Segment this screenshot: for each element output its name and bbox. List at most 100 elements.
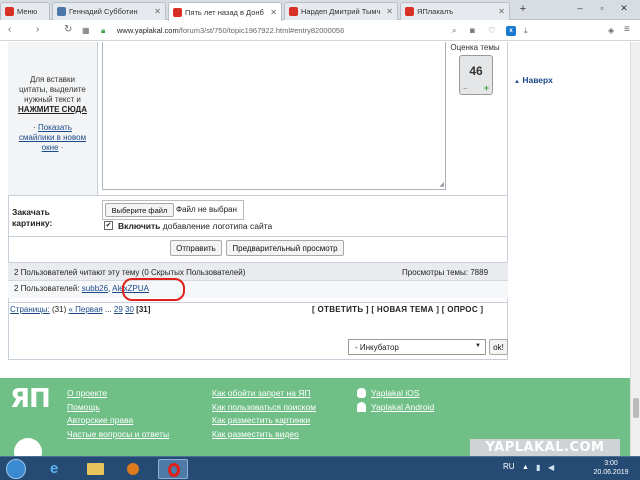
abp-icon[interactable]: ABP — [554, 26, 568, 36]
back-icon[interactable]: ‹ — [8, 24, 11, 35]
taskbar: e RU ▲ ▮ ◀ 3:00 20.06.2019 — [0, 456, 640, 480]
quote-help-text-1: Для вставки — [29, 75, 76, 84]
arrow-up-icon: ▲ — [514, 79, 520, 85]
url-path: /forum3/st/750/topic1967922.html#entry82… — [178, 26, 345, 35]
url-field[interactable]: www.yaplakal.com/forum3/st/750/topic1967… — [117, 26, 344, 35]
footer-link[interactable]: Как разместить видео — [212, 428, 316, 442]
speed-dial-icon[interactable]: ▦ — [82, 26, 90, 35]
window-close-icon[interactable]: ✕ — [616, 3, 632, 14]
footer-link[interactable]: Как разместить картинки — [212, 414, 316, 428]
close-icon[interactable]: ✕ — [270, 8, 277, 17]
footer-link[interactable]: Yaplakal Android — [371, 401, 434, 415]
scrollbar-thumb[interactable] — [633, 398, 639, 418]
forum-jump-ok-button[interactable]: ok! — [489, 339, 508, 355]
close-icon[interactable]: ✕ — [386, 7, 393, 16]
tab-label: Пять лет назад в Донб — [185, 7, 264, 17]
camera-icon[interactable]: ◙ — [470, 26, 475, 35]
reload-icon[interactable]: ↻ — [64, 24, 72, 35]
apple-icon — [357, 388, 366, 398]
message-textarea[interactable]: ◢ — [102, 42, 446, 190]
to-top-link[interactable]: ▲ Наверх — [514, 75, 553, 85]
tab-label: ЯПлакалъ — [417, 7, 454, 16]
clock[interactable]: 3:00 20.06.2019 — [586, 459, 636, 477]
poll-link[interactable]: [ ОПРОС ] — [442, 305, 484, 314]
page-link[interactable]: 29 — [114, 305, 123, 314]
tab-yaplakal[interactable]: ЯПлакалъ ✕ — [400, 2, 510, 20]
volume-icon[interactable]: ◀ — [548, 463, 554, 472]
new-topic-link[interactable]: [ НОВАЯ ТЕМА ] — [371, 305, 439, 314]
to-top-label: Наверх — [522, 75, 553, 85]
quote-help: Для вставки цитаты, выделите нужный текс… — [8, 42, 98, 195]
language-indicator[interactable]: RU — [503, 462, 515, 471]
watermark: YAPLAKAL.COM — [470, 439, 620, 457]
show-smilies-link[interactable]: Показать смайлики в новом окне — [19, 123, 86, 152]
download-icon[interactable]: ⤓ — [524, 26, 528, 36]
tab-label: Меню — [17, 7, 38, 16]
page-content: Для вставки цитаты, выделите нужный текс… — [0, 42, 630, 378]
start-button[interactable] — [6, 459, 26, 479]
close-icon[interactable]: ✕ — [154, 7, 161, 16]
rate-up-icon[interactable]: + — [484, 83, 489, 93]
maximize-icon[interactable]: ▫ — [594, 3, 610, 13]
rating-widget: 46 − + — [459, 55, 493, 95]
new-tab-button[interactable]: + — [515, 3, 531, 15]
footer-link[interactable]: О проекте — [67, 387, 169, 401]
pagination: Страницы: (31) « Первая ... 29 30 [31] — [10, 305, 150, 314]
footer-link[interactable]: Как обойти запрет на ЯП — [212, 387, 316, 401]
chevron-down-icon: ▼ — [475, 343, 481, 349]
page-scrollbar[interactable] — [630, 42, 640, 456]
v-icon[interactable]: V — [574, 26, 584, 36]
explorer-icon[interactable] — [80, 459, 110, 479]
footer-link[interactable]: Помощь — [67, 401, 169, 415]
tab-menu[interactable]: Меню — [0, 2, 50, 20]
choose-file-button[interactable]: Выберите файл — [105, 203, 174, 217]
readers-summary: 2 Пользователей читают эту тему (0 Скрыт… — [14, 268, 246, 277]
heart-icon[interactable]: ♥ — [591, 26, 601, 36]
footer-col-about: О проекте Помощь Авторские права Частые … — [67, 387, 169, 441]
file-input: Выберите файл Файл не выбран — [102, 200, 244, 220]
menu-icon[interactable]: ≡ — [624, 24, 630, 35]
opera-taskbar-icon[interactable] — [158, 459, 188, 479]
forum-jump-select[interactable]: - Инкубатор ▼ — [348, 339, 486, 355]
site-logo[interactable]: ЯП — [10, 384, 51, 414]
logo-checkbox[interactable]: ✔ — [104, 221, 113, 230]
rate-down-icon[interactable]: − — [463, 84, 468, 93]
network-icon[interactable]: ▮ — [536, 463, 540, 472]
tab-vk[interactable]: Геннадий Субботин ✕ — [52, 2, 166, 20]
topic-actions: [ ОТВЕТИТЬ ] [ НОВАЯ ТЕМА ] [ ОПРОС ] — [312, 305, 483, 314]
page-link[interactable]: 30 — [125, 305, 134, 314]
insert-quote-link[interactable]: НАЖМИТЕ СЮДА — [8, 105, 97, 115]
media-player-icon[interactable] — [118, 459, 148, 479]
tab-nardep[interactable]: Нардеп Дмитрий Тымч ✕ — [284, 2, 398, 20]
minimize-icon[interactable]: – — [572, 3, 588, 13]
send-button[interactable]: Отправить — [170, 240, 222, 256]
clock-date: 20.06.2019 — [593, 469, 629, 476]
zoom-icon[interactable]: ⌕ — [452, 26, 456, 36]
pages-label[interactable]: Страницы: — [10, 305, 50, 314]
logo-checkbox-bold: Включить — [118, 221, 161, 231]
pages-ellipsis: ... — [104, 305, 112, 314]
footer-link[interactable]: Частые вопросы и ответы — [67, 428, 169, 442]
close-icon[interactable]: ✕ — [498, 7, 505, 16]
tab-active-topic[interactable]: Пять лет назад в Донб ✕ — [168, 2, 282, 21]
extension-x-icon[interactable]: x — [506, 26, 516, 36]
clock-time: 3:00 — [604, 460, 618, 467]
forward-icon[interactable]: › — [36, 24, 39, 35]
footer-link[interactable]: Как пользоваться поиском — [212, 401, 316, 415]
first-page-link[interactable]: « Первая — [68, 305, 102, 314]
current-page: [31] — [136, 305, 151, 314]
quote-help-text-2: цитаты, выделите — [19, 85, 86, 94]
vpn-icon[interactable]: ◈ — [608, 26, 614, 35]
resize-handle-icon[interactable]: ◢ — [439, 181, 444, 188]
yp-icon — [173, 7, 182, 17]
reply-link[interactable]: [ ОТВЕТИТЬ ] — [312, 305, 369, 314]
bookmark-icon[interactable]: ♡ — [488, 26, 495, 35]
ie-icon[interactable]: e — [42, 459, 72, 479]
footer-col-howto: Как обойти запрет на ЯП Как пользоваться… — [212, 387, 316, 441]
preview-button[interactable]: Предварительный просмотр — [226, 240, 344, 256]
user-link[interactable]: subb26 — [82, 284, 108, 293]
readers-users-prefix: 2 Пользователей: — [14, 284, 80, 293]
footer-link[interactable]: Yaplakal iOS — [371, 387, 434, 401]
footer-link[interactable]: Авторские права — [67, 414, 169, 428]
tray-chevron-icon[interactable]: ▲ — [522, 464, 529, 471]
